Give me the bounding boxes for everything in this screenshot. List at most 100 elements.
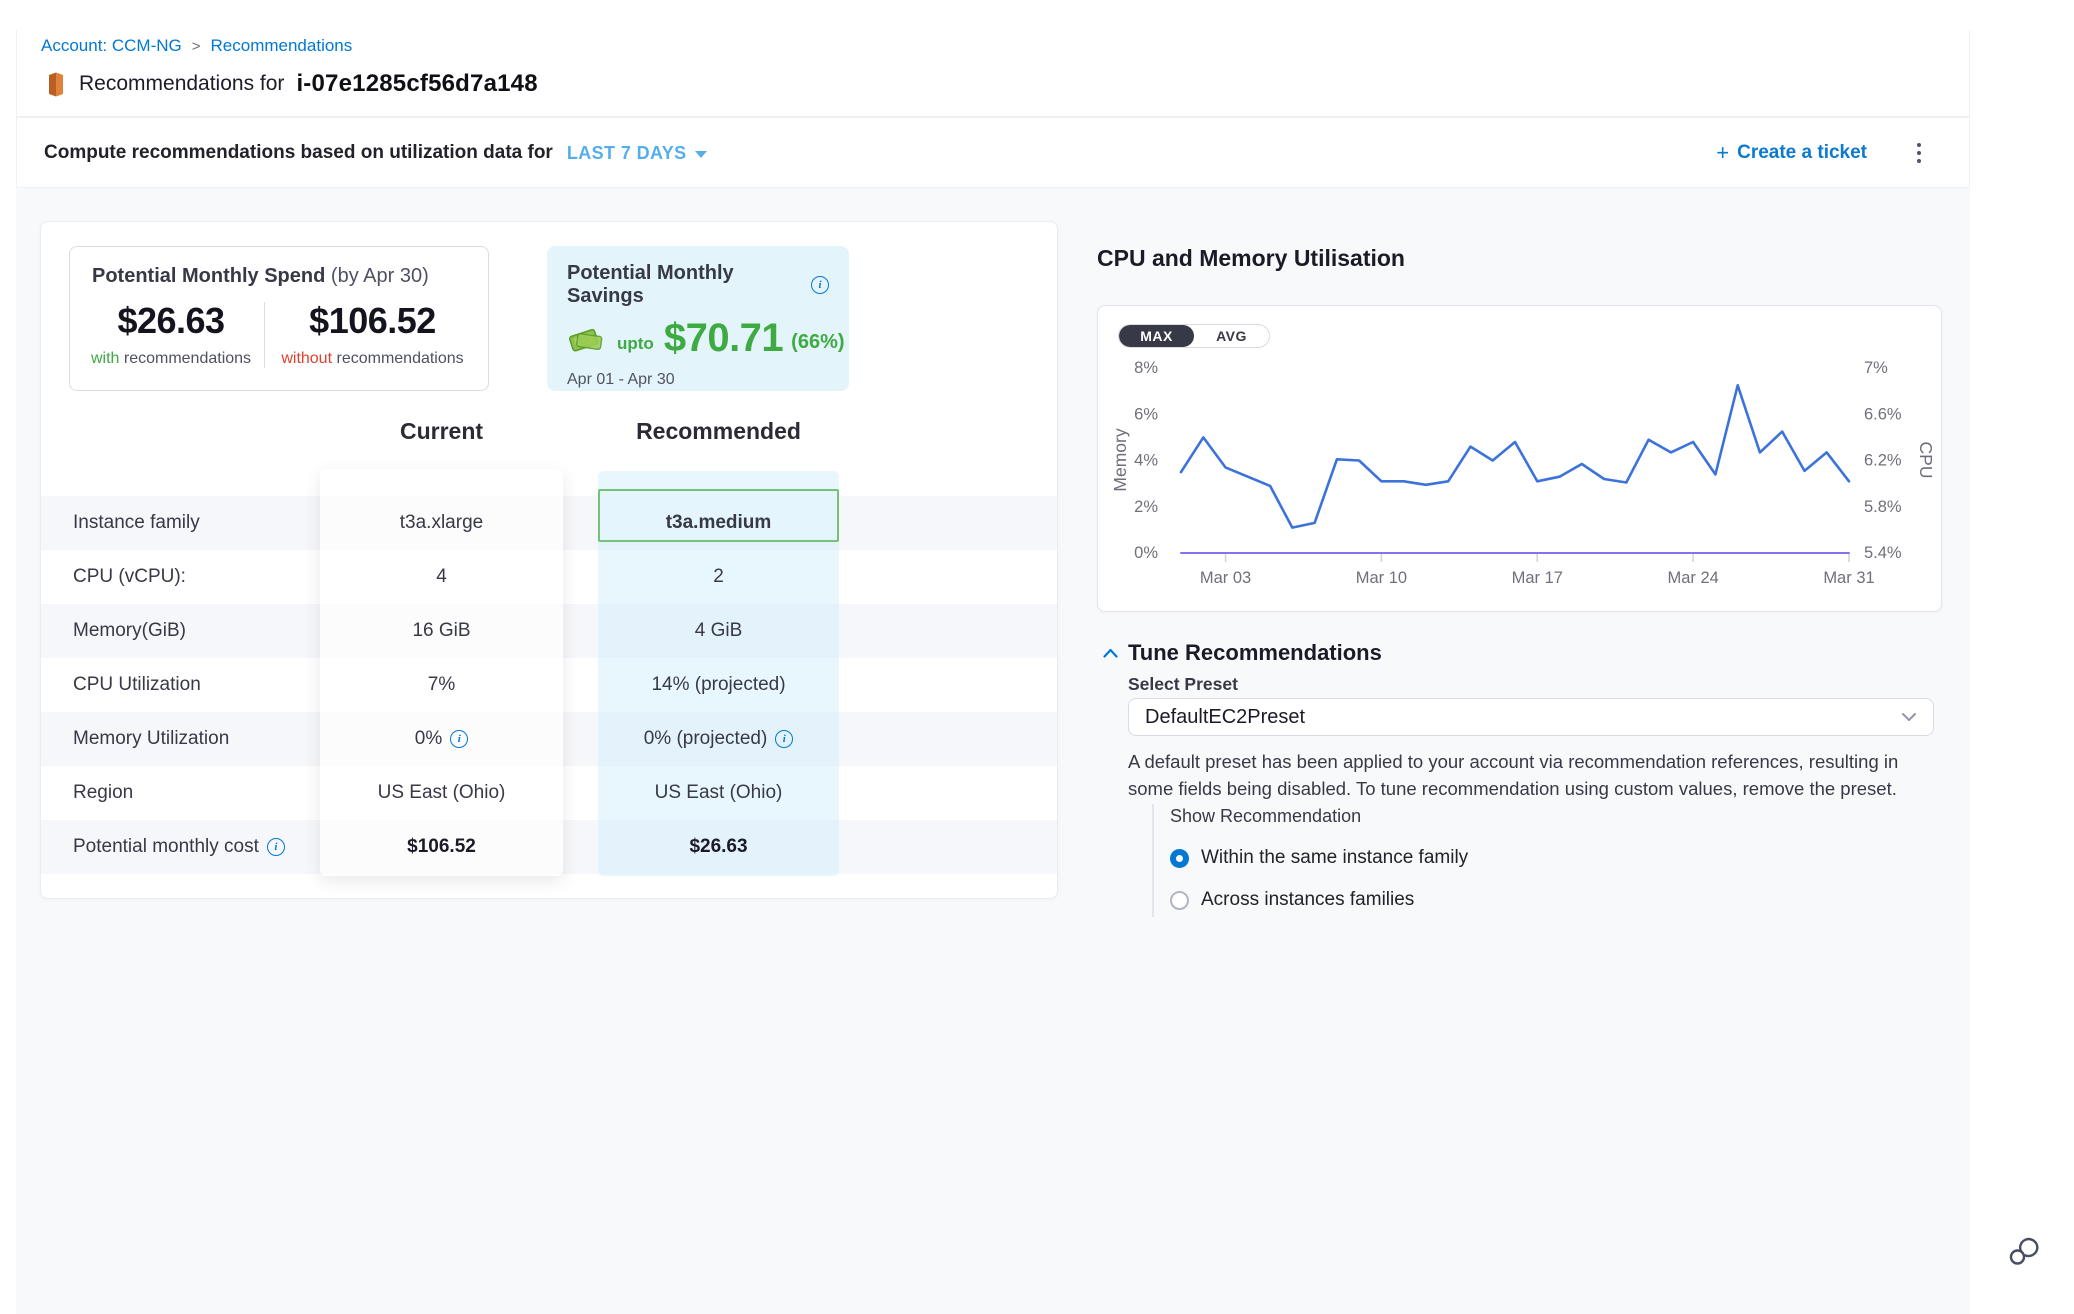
recommended-column-header: Recommended [598, 418, 839, 445]
current-instance-family: t3a.xlarge [320, 496, 563, 550]
potential-monthly-spend-card: Potential Monthly Spend (by Apr 30) $26.… [69, 246, 489, 391]
utilisation-chart-card: MAX AVG 0% 2% 4% 6% 8% 5.4% 5.8% 6.2% 6.6% 7% Memo… [1097, 305, 1942, 612]
chevron-down-icon [695, 151, 707, 158]
savings-info-icon[interactable]: i [811, 276, 829, 294]
select-preset-label: Select Preset [1128, 674, 1238, 695]
preset-description: A default preset has been applied to you… [1128, 748, 1916, 802]
recommended-instance-family[interactable]: t3a.medium [598, 496, 839, 550]
savings-percent: (66%) [791, 331, 844, 354]
create-ticket-label: Create a ticket [1737, 142, 1867, 164]
current-region: US East (Ohio) [320, 766, 563, 820]
period-dropdown-value: LAST 7 DAYS [567, 143, 687, 164]
plus-icon: + [1716, 142, 1729, 164]
toolbar: Compute recommendations based on utiliza… [17, 118, 1969, 188]
recommendations-page: Account: CCM-NG > Recommendations Recomm… [0, 0, 2074, 1314]
left-axis-tick: 6% [1134, 405, 1158, 423]
potential-monthly-savings-card: Potential Monthly Savings i [547, 246, 849, 391]
series-cpu-line [1181, 385, 1849, 527]
row-label-potential-monthly-cost: Potential monthly cost i [73, 820, 285, 874]
potential-cost-info-icon[interactable]: i [267, 838, 285, 856]
preset-select-value: DefaultEC2Preset [1145, 706, 1305, 729]
upto-label: upto [617, 334, 654, 354]
page-header: Account: CCM-NG > Recommendations Recomm… [16, 30, 1970, 188]
chevron-down-icon [1901, 712, 1917, 722]
ec2-instance-icon [45, 72, 67, 97]
row-label-cpu-utilization: CPU Utilization [73, 658, 201, 712]
right-axis-tick: 7% [1864, 359, 1888, 377]
page-title-prefix: Recommendations for [79, 72, 284, 96]
recommended-potential-cost: $26.63 [598, 820, 839, 874]
recommended-cpu: 2 [598, 550, 839, 604]
toggle-avg-button[interactable]: AVG [1194, 325, 1269, 347]
recommendation-panel: Potential Monthly Spend (by Apr 30) $26.… [40, 221, 1058, 899]
breadcrumb-recommendations-link[interactable]: Recommendations [211, 36, 353, 56]
toggle-max-button[interactable]: MAX [1119, 325, 1194, 347]
period-dropdown[interactable]: LAST 7 DAYS [567, 143, 707, 164]
without-rest: recommendations [336, 350, 463, 367]
utilisation-line-chart: 0% 2% 4% 6% 8% 5.4% 5.8% 6.2% 6.6% 7% Memory CPU Mar… [1108, 348, 1933, 600]
page-title: Recommendations for i-07e1285cf56d7a148 [45, 70, 538, 98]
radio-button[interactable] [1170, 891, 1189, 910]
preset-select[interactable]: DefaultEC2Preset [1128, 698, 1934, 736]
spend-card-subtitle: (by Apr 30) [331, 265, 429, 287]
current-column-header: Current [320, 418, 563, 445]
x-axis-tick-label: Mar 17 [1512, 569, 1563, 587]
memory-utilization-info-icon[interactable]: i [450, 730, 468, 748]
current-memory-utilization: 0% i [320, 712, 563, 766]
chat-support-icon[interactable] [2008, 1236, 2044, 1272]
tune-recommendations-heading: Tune Recommendations [1128, 640, 1382, 666]
left-axis-tick: 2% [1134, 498, 1158, 516]
show-recommendation-group: Show Recommendation Within the same inst… [1152, 804, 1468, 917]
x-axis-tick-label: Mar 03 [1200, 569, 1251, 587]
row-label-memory: Memory(GiB) [73, 604, 186, 658]
x-axis-tick-label: Mar 31 [1823, 569, 1874, 587]
breadcrumb-separator-icon: > [192, 38, 201, 55]
x-axis-tick-label: Mar 10 [1356, 569, 1407, 587]
right-axis-tick: 5.8% [1864, 498, 1902, 516]
without-word: without [281, 350, 332, 367]
radio-across-families[interactable]: Across instances families [1170, 889, 1468, 911]
more-options-menu-icon[interactable] [1913, 139, 1925, 167]
projected-memory-info-icon[interactable]: i [775, 730, 793, 748]
row-label-region: Region [73, 766, 133, 820]
recommended-cpu-utilization: 14% (projected) [598, 658, 839, 712]
breadcrumb-account-link[interactable]: Account: CCM-NG [41, 36, 182, 56]
chart-title: CPU and Memory Utilisation [1097, 245, 1405, 272]
left-axis-tick: 4% [1134, 452, 1158, 470]
radio-button[interactable] [1170, 849, 1189, 868]
row-label-cpu: CPU (vCPU): [73, 550, 186, 604]
tune-recommendations-header[interactable]: Tune Recommendations [1103, 640, 1382, 666]
with-rest: recommendations [124, 350, 251, 367]
right-axis-tick: 5.4% [1864, 544, 1902, 562]
savings-period: Apr 01 - Apr 30 [567, 371, 829, 389]
right-axis-tick: 6.2% [1864, 452, 1902, 470]
instance-id: i-07e1285cf56d7a148 [296, 70, 537, 98]
savings-value: $70.71 [664, 316, 783, 361]
show-recommendation-label: Show Recommendation [1170, 806, 1468, 827]
row-label-memory-utilization: Memory Utilization [73, 712, 229, 766]
utilization-data-label: Compute recommendations based on utiliza… [44, 142, 553, 164]
current-cpu-utilization: 7% [320, 658, 563, 712]
row-label-instance-family: Instance family [73, 496, 200, 550]
left-axis-label: Memory [1110, 428, 1130, 491]
current-cpu: 4 [320, 550, 563, 604]
chevron-up-icon [1103, 648, 1118, 658]
spend-divider [264, 302, 265, 368]
spend-without-recommendations-value: $106.52 [309, 300, 436, 342]
create-ticket-button[interactable]: + Create a ticket [1716, 142, 1867, 164]
left-axis-tick: 0% [1134, 544, 1158, 562]
radio-label: Across instances families [1201, 889, 1414, 911]
spend-card-title: Potential Monthly Spend [92, 265, 325, 287]
left-axis-tick: 8% [1134, 359, 1158, 377]
spend-with-recommendations-value: $26.63 [117, 300, 224, 342]
x-axis-tick-label: Mar 24 [1667, 569, 1718, 587]
with-word: with [91, 350, 119, 367]
right-axis-label: CPU [1916, 442, 1933, 479]
right-axis-tick: 6.6% [1864, 405, 1902, 423]
radio-within-same-family[interactable]: Within the same instance family [1170, 847, 1468, 869]
radio-label: Within the same instance family [1201, 847, 1468, 869]
money-icon [567, 323, 605, 355]
current-memory: 16 GiB [320, 604, 563, 658]
content-area: Potential Monthly Spend (by Apr 30) $26.… [16, 188, 1970, 1314]
breadcrumb: Account: CCM-NG > Recommendations [41, 36, 352, 56]
